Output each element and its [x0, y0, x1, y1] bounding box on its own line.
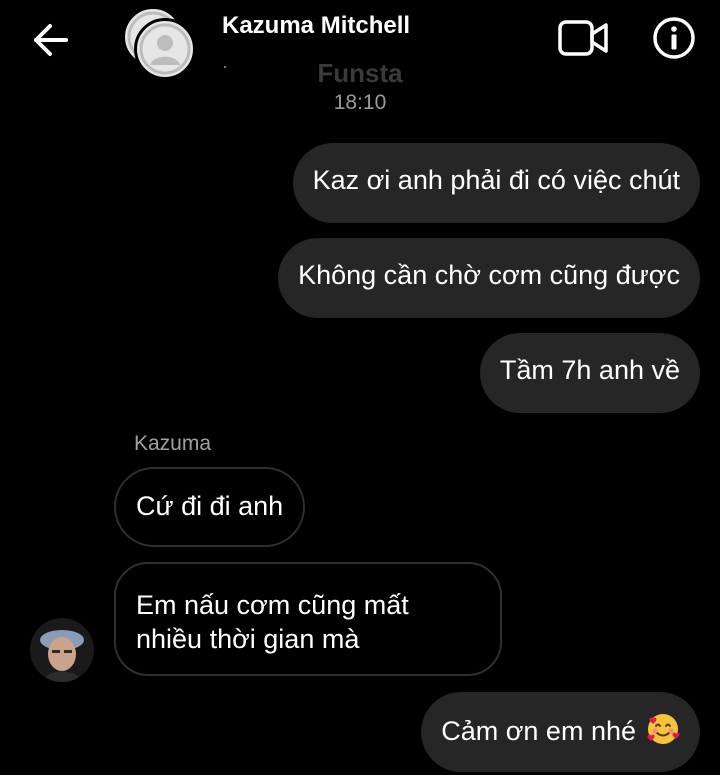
sent-message[interactable]: Cảm ơn em nhé — [421, 692, 700, 772]
video-call-button[interactable] — [556, 14, 612, 62]
sender-name: Kazuma — [134, 432, 212, 455]
received-message[interactable]: Em nấu cơm cũng mất nhiều thời gian mà — [114, 562, 502, 676]
message-text: Cảm ơn em nhé — [441, 716, 636, 746]
sent-message[interactable]: Tầm 7h anh về — [479, 333, 700, 413]
profile-photo — [30, 618, 94, 682]
sent-message[interactable]: Không cần chờ cơm cũng được — [278, 238, 700, 318]
smiling-face-with-hearts-emoji — [646, 712, 680, 746]
sender-avatar[interactable] — [30, 618, 94, 682]
received-message[interactable]: Cứ đi đi anh — [114, 467, 306, 547]
video-call-icon — [558, 20, 608, 56]
arrow-left-icon — [34, 24, 68, 56]
conversation-date-label: Funsta — [317, 58, 403, 88]
sent-message[interactable]: Kaz ơi anh phải đi có việc chút — [292, 143, 700, 223]
contact-name[interactable]: Kazuma Mitchell — [222, 12, 410, 40]
conversation-timestamp: 18:10 — [333, 91, 387, 114]
info-button[interactable] — [648, 14, 700, 62]
back-button[interactable] — [28, 20, 72, 60]
info-icon — [653, 17, 695, 59]
